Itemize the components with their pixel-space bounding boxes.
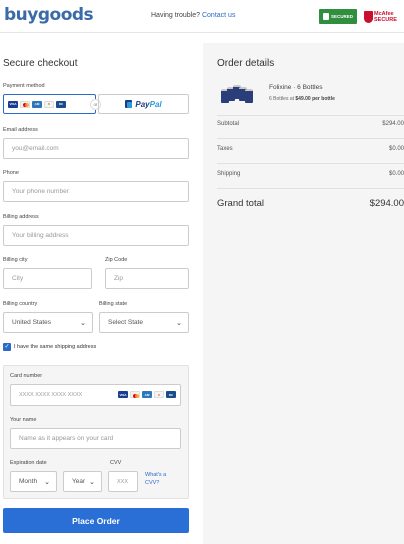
shipping-value: $0.00 [388,171,404,177]
cvv-label: CVV [110,460,122,466]
expiration-label: Expiration date [10,460,47,466]
city-field[interactable]: City [3,268,92,289]
taxes-row: Taxes $0.00 [217,146,404,152]
chevron-down-icon: ⌄ [44,478,50,486]
amex-icon: AM [142,391,152,398]
subtotal-row: Subtotal $294.00 [217,121,404,127]
place-order-button[interactable]: Place Order [3,508,189,533]
mcafee-badge: McAfee SECURE [364,8,402,26]
trouble-label: Having trouble? [151,12,201,19]
product-image [221,84,257,104]
paypal-icon [125,100,133,108]
billing-address-field[interactable]: Your billing address [3,225,189,246]
same-shipping-label: I have the same shipping address [14,344,97,350]
secured-badge-text: SECURED [330,14,353,19]
taxes-label: Taxes [217,146,233,152]
billing-country-label: Billing country [3,301,38,307]
discover-icon: D [154,391,164,398]
diners-icon: DC [56,100,66,108]
subtotal-label: Subtotal [217,121,240,127]
lock-icon [322,13,329,20]
divider [217,115,404,116]
card-number-field[interactable]: XXXX XXXX XXXX XXXX VISA AM D DC [10,384,181,406]
amex-icon: AM [32,100,42,108]
paypal-payment-option[interactable]: PayPal [98,94,189,114]
billing-city-label: Billing city [3,257,28,263]
product-name: Folixine · 6 Bottles [269,84,323,91]
mastercard-icon [130,391,140,398]
country-value: United States [12,319,52,326]
country-select[interactable]: United States ⌄ [3,312,93,333]
month-value: Month [19,478,38,485]
mcafee-shield-icon [364,11,373,23]
card-payment-option[interactable]: VISA AM D DC [3,94,96,114]
year-value: Year [72,478,86,485]
subtotal-value: $294.00 [382,121,404,127]
email-field[interactable]: you@email.com [3,138,189,159]
taxes-value: $0.00 [388,146,404,152]
divider [217,138,404,139]
visa-icon: VISA [118,391,128,398]
help-text: Having trouble? Contact us [151,12,235,19]
state-value: Select State [108,319,144,326]
cvv-field[interactable]: XXX [108,471,138,492]
diners-icon: DC [166,391,176,398]
whats-cvv-link[interactable]: What's a CVV? [145,471,166,487]
chevron-down-icon: ⌄ [89,478,95,486]
divider [217,188,404,189]
mastercard-icon [20,100,30,108]
month-select[interactable]: Month ⌄ [10,471,57,492]
grand-total-row: Grand total $294.00 [217,198,404,209]
grand-total-value: $294.00 [369,198,404,209]
paypal-logo-text: PayPal [135,99,162,109]
checkout-title: Secure checkout [3,58,78,69]
same-shipping-checkbox[interactable]: ✓ [3,343,11,351]
state-select[interactable]: Select State ⌄ [99,312,189,333]
billing-state-label: Billing state [99,301,128,307]
zip-field[interactable]: Zip [105,268,189,289]
card-number-placeholder: XXXX XXXX XXXX XXXX [19,392,83,398]
card-number-label: Card number [10,373,43,379]
mcafee-badge-text: McAfee SECURE [374,11,397,23]
order-details-panel: Order details Folixine · 6 Bottles 6 Bot… [203,43,404,544]
contact-us-link[interactable]: Contact us [202,12,235,19]
visa-icon: VISA [8,100,18,108]
chevron-down-icon: ⌄ [80,319,86,327]
header: buygoods Having trouble? Contact us SECU… [0,0,404,33]
order-details-title: Order details [217,58,275,69]
grand-total-label: Grand total [217,198,264,209]
phone-field[interactable]: Your phone number [3,181,189,202]
phone-label: Phone [3,170,19,176]
email-label: Email address [3,127,38,133]
your-name-label: Your name [10,417,37,423]
shipping-row: Shipping $0.00 [217,171,404,177]
product-subtitle: 6 Bottles at $49.00 per bottle [269,96,335,102]
secured-badge: SECURED [319,9,357,24]
divider [217,163,404,164]
card-brand-icons: VISA AM D DC [118,391,176,398]
card-name-field[interactable]: Name as it appears on your card [10,428,181,449]
buygoods-logo[interactable]: buygoods [4,5,94,25]
billing-address-label: Billing address [3,214,39,220]
year-select[interactable]: Year ⌄ [63,471,102,492]
chevron-down-icon: ⌄ [176,319,182,327]
payment-method-label: Payment method [3,83,45,89]
shipping-label: Shipping [217,171,241,177]
discover-icon: D [44,100,54,108]
zip-label: Zip Code [105,257,128,263]
